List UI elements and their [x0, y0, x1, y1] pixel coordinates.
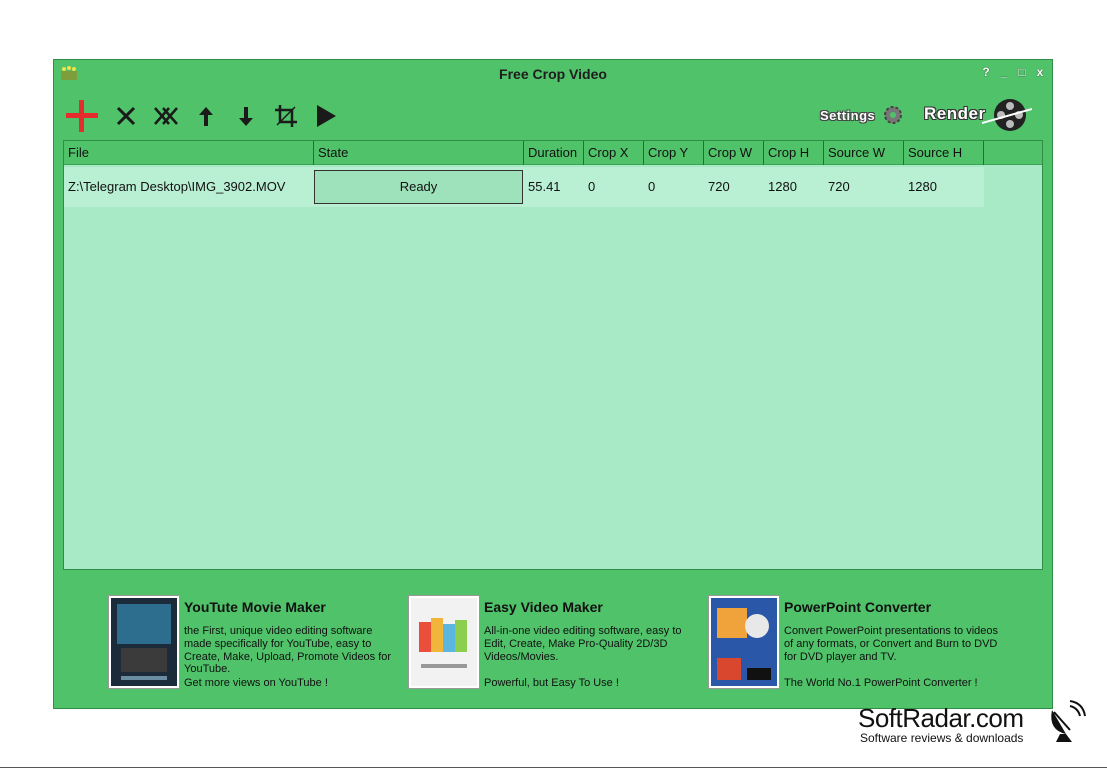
promo-title[interactable]: Easy Video Maker	[484, 599, 603, 615]
minimize-button[interactable]: _	[998, 65, 1010, 79]
product-box-icon	[111, 598, 177, 686]
gear-icon	[884, 106, 902, 124]
column-file[interactable]: File	[64, 141, 314, 165]
column-crop-w[interactable]: Crop W	[704, 141, 764, 165]
promo-tagline: Get more views on YouTube !	[184, 677, 328, 689]
file-list[interactable]: File State Duration Crop X Crop Y Crop W…	[63, 140, 1043, 570]
cell-crop-w: 720	[708, 179, 730, 194]
promo-description: All-in-one video editing software, easy …	[484, 625, 682, 663]
promo-tagline: Powerful, but Easy To Use !	[484, 677, 619, 689]
render-label: Render	[924, 104, 986, 123]
column-crop-h[interactable]: Crop H	[764, 141, 824, 165]
add-icon	[66, 100, 98, 132]
list-header: File State Duration Crop X Crop Y Crop W…	[64, 141, 1042, 165]
column-source-w[interactable]: Source W	[824, 141, 904, 165]
crop-icon	[275, 105, 297, 127]
column-state[interactable]: State	[314, 141, 524, 165]
column-duration[interactable]: Duration	[524, 141, 584, 165]
film-reel-icon	[982, 99, 1032, 131]
play-icon	[317, 105, 336, 127]
cell-source-h: 1280	[908, 179, 937, 194]
title-bar[interactable]: Free Crop Video ? _ □ x	[54, 60, 1052, 88]
settings-label: Settings	[820, 108, 876, 123]
render-button[interactable]: Render	[922, 96, 1034, 134]
column-crop-y[interactable]: Crop Y	[644, 141, 704, 165]
cell-file: Z:\Telegram Desktop\IMG_3902.MOV	[68, 179, 286, 194]
play-button[interactable]	[312, 101, 340, 131]
product-box-image[interactable]	[408, 595, 480, 689]
satellite-dish-icon	[1051, 700, 1086, 742]
cell-source-w: 720	[828, 179, 850, 194]
product-box-image[interactable]	[708, 595, 780, 689]
toolbar	[64, 96, 340, 136]
column-source-h[interactable]: Source H	[904, 141, 984, 165]
promo-easy-video-maker[interactable]: Easy Video Maker All-in-one video editin…	[408, 595, 708, 690]
help-button[interactable]: ?	[980, 65, 992, 79]
app-window: Free Crop Video ? _ □ x Settings Render …	[53, 59, 1053, 709]
maximize-button[interactable]: □	[1016, 65, 1028, 79]
product-box-icon	[711, 598, 777, 686]
remove-all-icon	[154, 107, 178, 125]
promo-title[interactable]: YouTute Movie Maker	[184, 599, 326, 615]
promo-title[interactable]: PowerPoint Converter	[784, 599, 931, 615]
settings-button[interactable]: Settings	[818, 100, 908, 130]
promo-description: Convert PowerPoint presentations to vide…	[784, 625, 999, 663]
softradar-watermark: SoftRadar.com Software reviews & downloa…	[858, 700, 1098, 748]
promo-tagline: The World No.1 PowerPoint Converter !	[784, 677, 978, 689]
promo-powerpoint-converter[interactable]: PowerPoint Converter Convert PowerPoint …	[708, 595, 1008, 690]
move-down-icon	[239, 107, 253, 126]
table-row[interactable]: Z:\Telegram Desktop\IMG_3902.MOV Ready 5…	[64, 167, 984, 207]
promo-description: the First, unique video editing software…	[184, 625, 392, 676]
promo-youtube-movie-maker[interactable]: YouTute Movie Maker the First, unique vi…	[108, 595, 408, 690]
remove-all-button[interactable]	[152, 101, 180, 131]
cell-crop-h: 1280	[768, 179, 797, 194]
watermark-tagline: Software reviews & downloads	[860, 731, 1024, 745]
product-box-image[interactable]	[108, 595, 180, 689]
watermark-name: SoftRadar.com	[858, 703, 1024, 733]
product-box-icon	[411, 598, 477, 686]
move-up-icon	[199, 107, 213, 126]
cell-crop-x: 0	[588, 179, 596, 194]
column-crop-x[interactable]: Crop X	[584, 141, 644, 165]
cell-duration: 55.41	[528, 179, 561, 194]
state-button[interactable]: Ready	[314, 170, 523, 204]
add-file-button[interactable]	[64, 100, 100, 132]
cell-crop-y: 0	[648, 179, 656, 194]
remove-icon	[116, 106, 136, 126]
move-down-button[interactable]	[232, 101, 260, 131]
remove-button[interactable]	[112, 101, 140, 131]
divider	[0, 767, 1107, 768]
move-up-button[interactable]	[192, 101, 220, 131]
window-title: Free Crop Video	[499, 66, 607, 82]
crop-button[interactable]	[272, 101, 300, 131]
window-controls: ? _ □ x	[980, 65, 1046, 79]
close-button[interactable]: x	[1034, 65, 1046, 79]
